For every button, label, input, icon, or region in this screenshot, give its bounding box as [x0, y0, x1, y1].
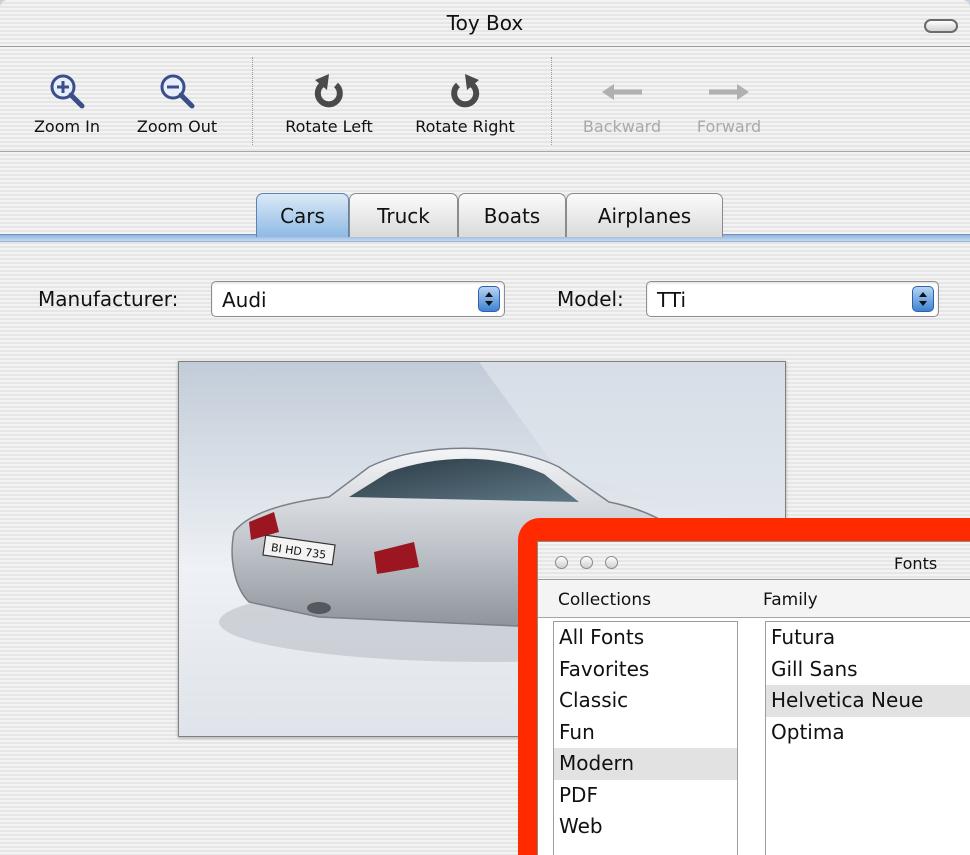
- zoom-in-label: Zoom In: [33, 117, 101, 136]
- family-item-selected[interactable]: Helvetica Neue: [766, 685, 970, 717]
- back-arrow-icon: [574, 67, 670, 117]
- collection-item[interactable]: Fun: [554, 717, 737, 749]
- family-header: Family: [763, 590, 818, 610]
- model-label: Model:: [557, 287, 624, 311]
- family-item[interactable]: Gill Sans: [766, 654, 970, 686]
- collection-item[interactable]: Favorites: [554, 654, 737, 686]
- collection-item[interactable]: PDF: [554, 780, 737, 812]
- toy-box-window: Toy Box Zoom In Zoom Out Rotate Left Rot…: [0, 0, 970, 855]
- rotate-right-icon: [402, 67, 528, 117]
- tab-boats[interactable]: Boats: [458, 193, 566, 237]
- zoom-in-button[interactable]: Zoom In: [24, 67, 110, 136]
- family-list[interactable]: Futura Gill Sans Helvetica Neue Optima: [765, 621, 970, 855]
- rotate-right-button[interactable]: Rotate Right: [402, 67, 528, 136]
- collection-item-selected[interactable]: Modern: [554, 748, 737, 780]
- window-title: Toy Box: [446, 11, 524, 35]
- rotate-left-button[interactable]: Rotate Left: [273, 67, 385, 136]
- model-value: TTi: [657, 288, 687, 312]
- fonts-panel-headers: Collections Family: [538, 580, 970, 618]
- collection-item[interactable]: All Fonts: [554, 622, 737, 654]
- rotate-left-label: Rotate Left: [285, 117, 373, 136]
- zoom-out-icon: [128, 67, 226, 117]
- zoom-window-icon[interactable]: [605, 556, 618, 569]
- updown-arrows-icon: [912, 286, 934, 312]
- collections-header: Collections: [558, 590, 651, 610]
- toolbar-separator: [252, 57, 253, 145]
- manufacturer-label: Manufacturer:: [38, 287, 179, 311]
- backward-label: Backward: [582, 117, 662, 136]
- tab-airplanes[interactable]: Airplanes: [566, 193, 723, 237]
- minimize-window-icon[interactable]: [580, 556, 593, 569]
- close-window-icon[interactable]: [555, 556, 568, 569]
- collection-item[interactable]: Classic: [554, 685, 737, 717]
- fonts-panel-title-bar[interactable]: Fonts: [538, 542, 970, 580]
- rotate-right-label: Rotate Right: [415, 117, 515, 136]
- title-bar[interactable]: Toy Box: [0, 0, 970, 47]
- zoom-out-label: Zoom Out: [136, 117, 218, 136]
- manufacturer-popup[interactable]: Audi: [211, 281, 505, 317]
- toolbar: Zoom In Zoom Out Rotate Left Rotate Righ…: [0, 47, 970, 152]
- zoom-out-button[interactable]: Zoom Out: [128, 67, 226, 136]
- tab-cars[interactable]: Cars: [256, 193, 349, 237]
- toolbar-separator: [551, 57, 552, 145]
- rotate-left-icon: [273, 67, 385, 117]
- fonts-panel: Fonts Collections Family All Fonts Favor…: [537, 541, 970, 855]
- family-item[interactable]: Futura: [766, 622, 970, 654]
- updown-arrows-icon: [478, 286, 500, 312]
- family-item[interactable]: Optima: [766, 717, 970, 749]
- forward-label: Forward: [696, 117, 762, 136]
- backward-button[interactable]: Backward: [574, 67, 670, 136]
- tab-truck[interactable]: Truck: [349, 193, 458, 237]
- forward-button[interactable]: Forward: [686, 67, 772, 136]
- fonts-panel-title: Fonts: [894, 554, 938, 573]
- manufacturer-value: Audi: [222, 288, 267, 312]
- collections-list[interactable]: All Fonts Favorites Classic Fun Modern P…: [553, 621, 738, 855]
- collection-item[interactable]: Web: [554, 811, 737, 843]
- zoom-in-icon: [24, 67, 110, 117]
- toolbar-toggle-button[interactable]: [924, 19, 958, 33]
- forward-arrow-icon: [686, 67, 772, 117]
- model-popup[interactable]: TTi: [646, 281, 939, 317]
